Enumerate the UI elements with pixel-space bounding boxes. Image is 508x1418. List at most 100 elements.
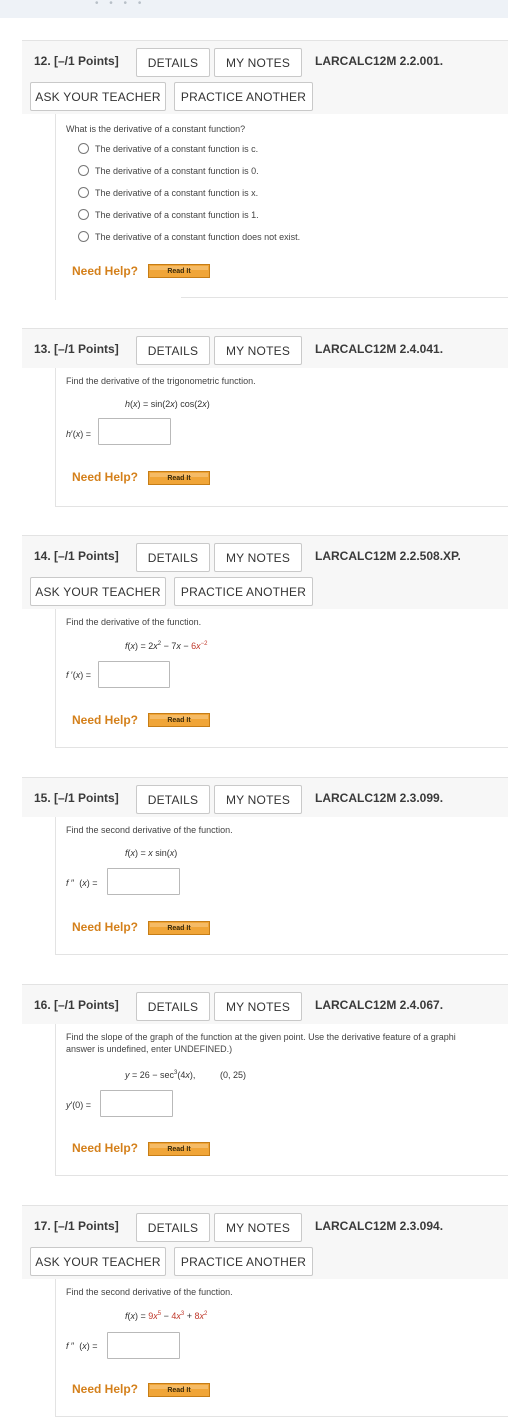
radio-button[interactable]: [78, 231, 89, 242]
radio-button[interactable]: [78, 209, 89, 220]
question-13-header: 13. [–/1 Points] DETAILS MY NOTES LARCAL…: [22, 328, 508, 368]
option-label: The derivative of a constant function is…: [95, 209, 259, 220]
read-it-label: Read It: [167, 267, 191, 275]
question-number: 16. [–/1 Points]: [34, 998, 119, 1012]
question-number: 14. [–/1 Points]: [34, 549, 119, 563]
option-label: The derivative of a constant function is…: [95, 187, 259, 198]
practice-another-button[interactable]: PRACTICE ANOTHER: [174, 82, 313, 111]
question-12-body: What is the derivative of a constant fun…: [55, 114, 508, 300]
question-text: What is the derivative of a constant fun…: [66, 124, 246, 134]
question-15-header: 15. [–/1 Points] DETAILS MY NOTES LARCAL…: [22, 777, 508, 817]
question-15-body: Find the second derivative of the functi…: [55, 817, 508, 955]
read-it-label: Read It: [167, 1386, 191, 1394]
radio-button[interactable]: [78, 143, 89, 154]
answer-label: f ′(x) =: [66, 670, 91, 680]
my-notes-button[interactable]: MY NOTES: [214, 543, 302, 572]
ask-your-teacher-button[interactable]: ASK YOUR TEACHER: [30, 82, 166, 111]
problem-code: LARCALC12M 2.2.508.XP.: [315, 549, 461, 563]
question-16-body: Find the slope of the graph of the funct…: [55, 1024, 508, 1176]
need-help-label: Need Help?: [72, 1382, 139, 1396]
question-number: 12. [–/1 Points]: [34, 54, 119, 68]
my-notes-button[interactable]: MY NOTES: [214, 785, 302, 814]
need-help-label: Need Help?: [72, 920, 139, 934]
answer-option[interactable]: The derivative of a constant function is…: [78, 209, 259, 220]
answer-input[interactable]: [98, 418, 171, 445]
practice-another-button[interactable]: PRACTICE ANOTHER: [174, 1247, 313, 1276]
details-button[interactable]: DETAILS: [136, 785, 210, 814]
answer-input[interactable]: [98, 661, 170, 688]
question-17-header: 17. [–/1 Points] DETAILS MY NOTES LARCAL…: [22, 1205, 508, 1279]
given-point: (0, 25): [220, 1070, 247, 1080]
question-16-header: 16. [–/1 Points] DETAILS MY NOTES LARCAL…: [22, 984, 508, 1024]
question-text: Find the derivative of the trigonometric…: [66, 376, 256, 386]
need-help-label: Need Help?: [72, 1141, 139, 1155]
function-formula: f(x) = 2x2 − 7x − 6x−2: [125, 641, 208, 651]
radio-button[interactable]: [78, 187, 89, 198]
question-number: 13. [–/1 Points]: [34, 342, 119, 356]
question-number: 15. [–/1 Points]: [34, 791, 119, 805]
my-notes-button[interactable]: MY NOTES: [214, 992, 302, 1021]
question-14-header: 14. [–/1 Points] DETAILS MY NOTES LARCAL…: [22, 535, 508, 609]
radio-button[interactable]: [78, 165, 89, 176]
answer-option[interactable]: The derivative of a constant function is…: [78, 165, 259, 176]
problem-code: LARCALC12M 2.3.099.: [315, 791, 444, 805]
need-help-label: Need Help?: [72, 264, 139, 278]
option-label: The derivative of a constant function is…: [95, 143, 259, 154]
top-band-dots: • • • •: [95, 0, 146, 9]
read-it-label: Read It: [167, 924, 191, 932]
question-text-line-1: Find the slope of the graph of the funct…: [66, 1032, 456, 1042]
read-it-button[interactable]: Read It: [148, 471, 210, 485]
option-label: The derivative of a constant function do…: [95, 231, 301, 242]
ask-your-teacher-button[interactable]: ASK YOUR TEACHER: [30, 577, 166, 606]
my-notes-button[interactable]: MY NOTES: [214, 1213, 302, 1242]
top-band: • • • •: [0, 0, 508, 18]
problem-code: LARCALC12M 2.4.067.: [315, 998, 444, 1012]
function-formula: h(x) = sin(2x) cos(2x): [125, 399, 210, 409]
need-help-label: Need Help?: [72, 470, 139, 484]
need-help-label: Need Help?: [72, 713, 139, 727]
my-notes-button[interactable]: MY NOTES: [214, 48, 302, 77]
function-formula: f(x) = x sin(x): [125, 848, 178, 858]
answer-label: y′(0) =: [66, 1100, 91, 1110]
read-it-label: Read It: [167, 474, 191, 482]
question-14-body: Find the derivative of the function. f(x…: [55, 609, 508, 748]
answer-option[interactable]: The derivative of a constant function is…: [78, 143, 258, 154]
practice-another-button[interactable]: PRACTICE ANOTHER: [174, 577, 313, 606]
answer-input[interactable]: [107, 868, 180, 895]
answer-input[interactable]: [100, 1090, 173, 1117]
question-text-line-2: answer is undefined, enter UNDEFINED.): [66, 1044, 233, 1054]
question-13-body: Find the derivative of the trigonometric…: [55, 368, 508, 507]
details-button[interactable]: DETAILS: [136, 543, 210, 572]
answer-label: h′(x) =: [66, 429, 91, 439]
read-it-label: Read It: [167, 716, 191, 724]
question-text: Find the derivative of the function.: [66, 617, 202, 627]
problem-code: LARCALC12M 2.3.094.: [315, 1219, 444, 1233]
read-it-button[interactable]: Read It: [148, 264, 210, 278]
problem-code: LARCALC12M 2.4.041.: [315, 342, 444, 356]
read-it-button[interactable]: Read It: [148, 713, 210, 727]
details-button[interactable]: DETAILS: [136, 48, 210, 77]
read-it-button[interactable]: Read It: [148, 1142, 210, 1156]
question-number: 17. [–/1 Points]: [34, 1219, 119, 1233]
answer-input[interactable]: [107, 1332, 180, 1359]
details-button[interactable]: DETAILS: [136, 1213, 210, 1242]
read-it-button[interactable]: Read It: [148, 1383, 210, 1397]
answer-label: f ″ (x) =: [66, 1341, 98, 1351]
question-12-header: 12. [–/1 Points] DETAILS MY NOTES LARCAL…: [22, 40, 508, 114]
question-text: Find the second derivative of the functi…: [66, 1287, 233, 1297]
function-formula: f(x) = 9x5 − 4x3 + 8x2: [125, 1311, 208, 1321]
option-label: The derivative of a constant function is…: [95, 165, 259, 176]
my-notes-button[interactable]: MY NOTES: [214, 336, 302, 365]
function-formula: y = 26 − sec3(4x),: [125, 1070, 206, 1080]
answer-option[interactable]: The derivative of a constant function is…: [78, 187, 258, 198]
details-button[interactable]: DETAILS: [136, 336, 210, 365]
divider: [181, 297, 508, 298]
question-text: Find the second derivative of the functi…: [66, 825, 233, 835]
answer-option[interactable]: The derivative of a constant function do…: [78, 231, 300, 242]
read-it-button[interactable]: Read It: [148, 921, 210, 935]
read-it-label: Read It: [167, 1145, 191, 1153]
answer-label: f ″ (x) =: [66, 878, 98, 888]
ask-your-teacher-button[interactable]: ASK YOUR TEACHER: [30, 1247, 166, 1276]
problem-code: LARCALC12M 2.2.001.: [315, 54, 444, 68]
details-button[interactable]: DETAILS: [136, 992, 210, 1021]
